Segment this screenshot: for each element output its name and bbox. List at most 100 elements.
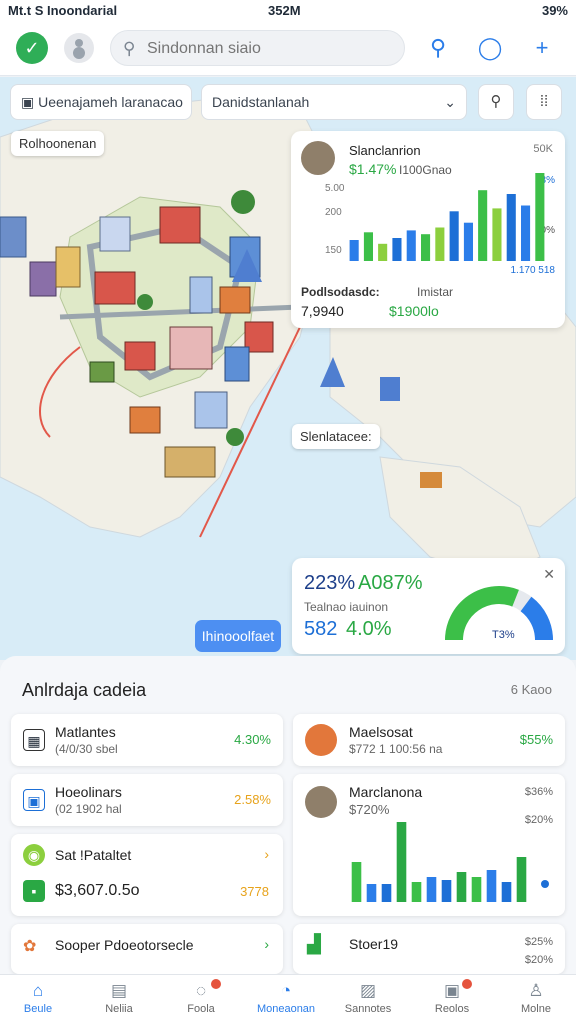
- list-item-name: Sat !Pataltet: [55, 847, 132, 863]
- chart-bar: [378, 243, 388, 261]
- nav-item-7[interactable]: ♙ Molne: [500, 979, 572, 1021]
- list-item[interactable]: ▣ Hoeolinars (02 1902 hal 2.58%: [11, 774, 283, 826]
- chart-bar: [441, 880, 452, 902]
- stats-label-left: Podlsodasdc:: [301, 285, 380, 299]
- location-chip[interactable]: Slenlatacee:: [292, 424, 380, 449]
- chart-bar: [492, 208, 502, 261]
- nav-item-5[interactable]: ▨ Sannotes: [332, 979, 404, 1021]
- chart-bar: [501, 882, 512, 902]
- search-icon[interactable]: ⚲: [424, 34, 452, 62]
- chart-bar: [392, 238, 402, 261]
- list-item-name: Hoeolinars: [55, 784, 122, 800]
- battery-text: 39%: [541, 3, 568, 18]
- folder-icon: ▣: [23, 789, 45, 811]
- chart-bar: [478, 190, 488, 261]
- gauge-line1-a: 223%: [304, 572, 356, 594]
- chart-bar: [349, 240, 359, 261]
- chart-bar: [421, 234, 431, 261]
- list-item-sub: $720%: [349, 802, 390, 817]
- list-item-value-2: $20%: [524, 954, 553, 966]
- chart-bar: [406, 230, 416, 261]
- list-item[interactable]: ◉ Sat !Pataltet › ▪ $3,607.0.5o 3778: [11, 834, 283, 916]
- nav-item-4[interactable]: ◔ Moneaonan: [250, 979, 322, 1021]
- chart-bar: [396, 822, 407, 902]
- list-item[interactable]: ✿ Sooper Pdoeotorsecle ›: [11, 924, 283, 974]
- profile-icon: ♙: [528, 981, 544, 1000]
- chart-bar: [506, 194, 516, 261]
- list-item[interactable]: ▟ Stoer19 $25% $20%: [293, 924, 565, 974]
- chart-bar: [351, 862, 362, 902]
- gauge-line2-a: 582: [304, 618, 338, 640]
- list-item-value-2: $20%: [524, 814, 553, 826]
- chat-icon[interactable]: ◯: [476, 34, 504, 62]
- close-icon[interactable]: ✕: [543, 566, 555, 583]
- chart-bar: [363, 232, 373, 261]
- panel-meta: 6 Kaoo: [510, 682, 552, 697]
- nav-item-2[interactable]: ▤ Neliia: [83, 979, 155, 1021]
- stats-card[interactable]: Slanclanrion 50K $1.47% I100Gnao 33% 80%…: [291, 131, 565, 328]
- stats-avatar: [301, 141, 335, 175]
- report-icon: ▣: [443, 981, 461, 1000]
- stats-top-right: 50K: [533, 143, 553, 155]
- nav-item-home[interactable]: ⌂ Beule: [2, 979, 74, 1021]
- leaf-icon: ◉: [23, 844, 45, 866]
- basketball-icon: [305, 724, 337, 756]
- app-bar: ✓ ⚲ ⚲ ◯ +: [0, 22, 576, 76]
- news-icon: ▤: [110, 981, 128, 1000]
- filter-icon: ▣: [21, 94, 39, 110]
- list-item-name: Marclanona: [349, 784, 423, 800]
- stats-bar-chart: [349, 173, 545, 261]
- status-bar: Mt.t S Inoondarial 352M 39%: [0, 0, 576, 22]
- list-item-chart[interactable]: Marclanona $720% $36% $20%: [293, 774, 565, 916]
- stats-title: Slanclanrion: [349, 143, 421, 158]
- nav-label: Neliia: [105, 1003, 133, 1015]
- chart-bar: [411, 882, 422, 902]
- map-action-button[interactable]: Ihinooolfaet: [195, 620, 281, 652]
- panel-title: Anlrdaja cadeia: [22, 680, 147, 700]
- stats-value-left: 7,9940: [301, 303, 344, 319]
- list-item-sub: (4/0/30 sbel: [55, 742, 118, 756]
- chart-bar: [463, 222, 473, 261]
- gauge-line2-b: 4.0%: [346, 618, 392, 640]
- chart-bar: [456, 872, 467, 902]
- gauge-line1-b: A087%: [358, 572, 423, 594]
- list-item-value: $55%: [519, 732, 553, 747]
- map-search-button[interactable]: ⚲: [478, 84, 514, 120]
- chart-bar: [435, 227, 445, 261]
- people-icon: ▨: [359, 981, 377, 1000]
- mini-bar-chart: [351, 822, 527, 902]
- filter-dropdown-left[interactable]: ▣ Ueenajameh laranacao: [10, 84, 192, 120]
- list-item-name: Sooper Pdoeotorsecle: [55, 937, 194, 953]
- gauge-label: Tealnao iauinon: [304, 600, 389, 614]
- grid-icon: ▦: [23, 729, 45, 751]
- activity-panel: Anlrdaja cadeia 6 Kaoo ▦ Matlantes (4/0/…: [0, 656, 576, 974]
- list-item-sub: $772 1 100:56 na: [349, 742, 443, 756]
- add-icon[interactable]: +: [528, 34, 556, 62]
- chart-bar: [486, 870, 497, 902]
- nav-item-3[interactable]: ◌ Foola: [165, 979, 237, 1021]
- stats-label-right: Imistar: [417, 285, 453, 299]
- gauge-card[interactable]: 223% A087% Tealnao iauinon 582 4.0% ✕ T3…: [292, 558, 565, 654]
- chart-bar: [449, 211, 459, 261]
- search-bar[interactable]: ⚲: [110, 30, 405, 66]
- nav-label: Reolos: [434, 1003, 470, 1015]
- search-input[interactable]: [147, 37, 397, 61]
- list-item-name: Matlantes: [55, 724, 116, 740]
- filter-dropdown-right[interactable]: Danidstanlanah ⌄: [201, 84, 467, 120]
- list-item[interactable]: ▦ Matlantes (4/0/30 sbel 4.30%: [11, 714, 283, 766]
- list-item-value: 4.30%: [234, 732, 271, 747]
- bottom-nav: ⌂ Beule ▤ Neliia ◌ Foola ◔ Moneaonan ▨ Sannot…: [0, 974, 576, 1024]
- stats-axis-left-1: 200: [325, 207, 342, 218]
- more-options-button[interactable]: ⁞⁞: [526, 84, 562, 120]
- list-item[interactable]: Maelsosat $772 1 100:56 na $55%: [293, 714, 565, 766]
- circle-icon: ◌: [195, 981, 207, 1000]
- avatar[interactable]: [64, 33, 94, 63]
- app-logo-icon[interactable]: ✓: [16, 32, 48, 64]
- nav-item-6[interactable]: ▣ Reolos: [416, 979, 488, 1021]
- item-avatar: [305, 786, 337, 818]
- place-chip[interactable]: Rolhoonenan: [11, 131, 105, 156]
- chart-bar: [535, 173, 545, 261]
- stats-axis-right-bottom: 1.170 518: [510, 265, 556, 276]
- chart-bar: [516, 857, 527, 902]
- home-icon: ⌂: [32, 981, 44, 1000]
